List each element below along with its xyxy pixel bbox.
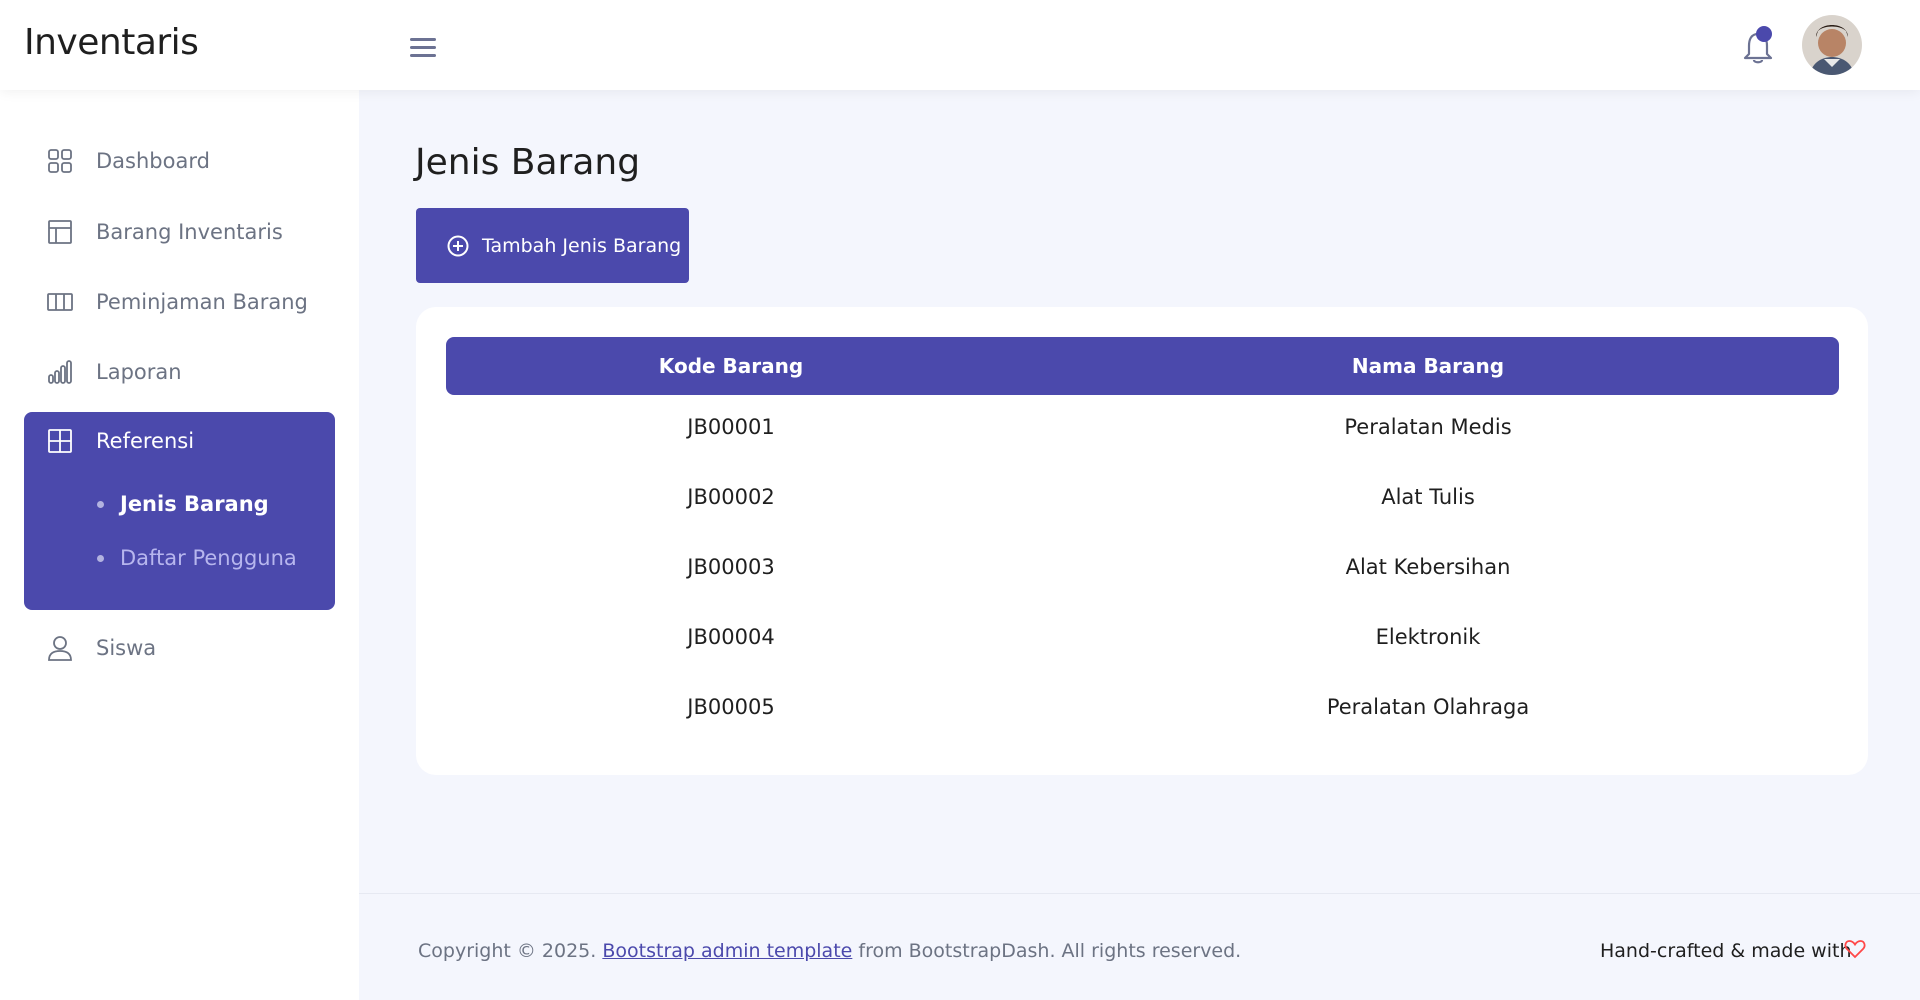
- column-header-kode[interactable]: Kode Barang: [659, 354, 803, 378]
- sidebar-item-label: Referensi: [96, 429, 195, 453]
- table-row[interactable]: JB00004 Elektronik: [446, 605, 1839, 675]
- hamburger-icon[interactable]: [410, 34, 440, 58]
- sidebar-item-peminjaman-barang[interactable]: Peminjaman Barang: [24, 273, 335, 331]
- user-icon: [47, 635, 73, 661]
- sidebar-item-laporan[interactable]: Laporan: [24, 343, 335, 401]
- add-button-label: Tambah Jenis Barang: [482, 235, 682, 257]
- sidebar-item-label: Peminjaman Barang: [96, 290, 308, 314]
- sidebar-item-referensi-header[interactable]: Referensi: [24, 412, 335, 470]
- sidebar-item-label: Siswa: [96, 636, 157, 660]
- table-cell-kode: JB00001: [687, 415, 775, 439]
- table-header: Kode Barang Nama Barang: [446, 337, 1839, 395]
- sidebar-item-label: Barang Inventaris: [96, 220, 283, 244]
- sidebar: Dashboard Barang Inventaris Peminjaman B…: [0, 90, 359, 1000]
- footer-credit: Hand-crafted & made with: [1600, 940, 1852, 962]
- table-row[interactable]: JB00005 Peralatan Olahraga: [446, 675, 1839, 745]
- table-cell-nama: Peralatan Medis: [1344, 415, 1512, 439]
- table-cell-nama: Elektronik: [1375, 625, 1481, 649]
- footer-divider: [359, 893, 1920, 894]
- sidebar-item-referensi[interactable]: Referensi Jenis Barang Daftar Pengguna: [24, 412, 335, 610]
- footer-copyright: Copyright © 2025. Bootstrap admin templa…: [418, 940, 1241, 962]
- table-cell-kode: JB00005: [687, 695, 775, 719]
- table-cell-kode: JB00003: [687, 555, 775, 579]
- table-cell-kode: JB00004: [687, 625, 775, 649]
- column-header-nama[interactable]: Nama Barang: [1352, 354, 1504, 378]
- bootstrap-template-link[interactable]: Bootstrap admin template: [602, 940, 852, 962]
- table-cell-kode: JB00002: [687, 485, 775, 509]
- table-cell-nama: Peralatan Olahraga: [1326, 695, 1530, 719]
- bullet-icon: [97, 554, 104, 562]
- table-row[interactable]: JB00001 Peralatan Medis: [446, 395, 1839, 465]
- bullet-icon: [97, 500, 104, 508]
- copyright-suffix: from BootstrapDash. All rights reserved.: [852, 940, 1242, 962]
- notification-badge: [1756, 26, 1772, 42]
- avatar[interactable]: [1802, 15, 1862, 75]
- heart-icon: [1844, 938, 1866, 960]
- table-icon: [47, 428, 73, 454]
- bar-chart-icon: [47, 359, 73, 385]
- table-row[interactable]: JB00002 Alat Tulis: [446, 465, 1839, 535]
- columns-icon: [47, 289, 73, 315]
- sidebar-item-label: Laporan: [96, 360, 182, 384]
- sidebar-subitem-daftar-pengguna[interactable]: Daftar Pengguna: [97, 546, 297, 570]
- sidebar-subitem-label: Daftar Pengguna: [120, 546, 297, 570]
- sidebar-item-barang-inventaris[interactable]: Barang Inventaris: [24, 203, 335, 261]
- grid-icon: [47, 148, 73, 174]
- plus-circle-icon: [447, 235, 469, 257]
- sidebar-item-dashboard[interactable]: Dashboard: [24, 132, 335, 190]
- copyright-prefix: Copyright © 2025.: [418, 940, 603, 962]
- table-cell-nama: Alat Tulis: [1381, 485, 1475, 509]
- table-card: Kode Barang Nama Barang JB00001 Peralata…: [416, 307, 1868, 775]
- sidebar-subitem-label: Jenis Barang: [120, 492, 269, 516]
- brand-logo[interactable]: Inventaris: [24, 22, 199, 63]
- table-row[interactable]: JB00003 Alat Kebersihan: [446, 535, 1839, 605]
- add-jenis-barang-button[interactable]: Tambah Jenis Barang: [416, 208, 689, 283]
- top-navbar: Inventaris: [0, 0, 1920, 90]
- layout-icon: [47, 219, 73, 245]
- page-title: Jenis Barang: [415, 142, 641, 183]
- sidebar-item-label: Dashboard: [96, 149, 210, 173]
- table-cell-nama: Alat Kebersihan: [1345, 555, 1511, 579]
- sidebar-item-siswa[interactable]: Siswa: [24, 619, 335, 677]
- sidebar-subitem-jenis-barang[interactable]: Jenis Barang: [97, 492, 269, 516]
